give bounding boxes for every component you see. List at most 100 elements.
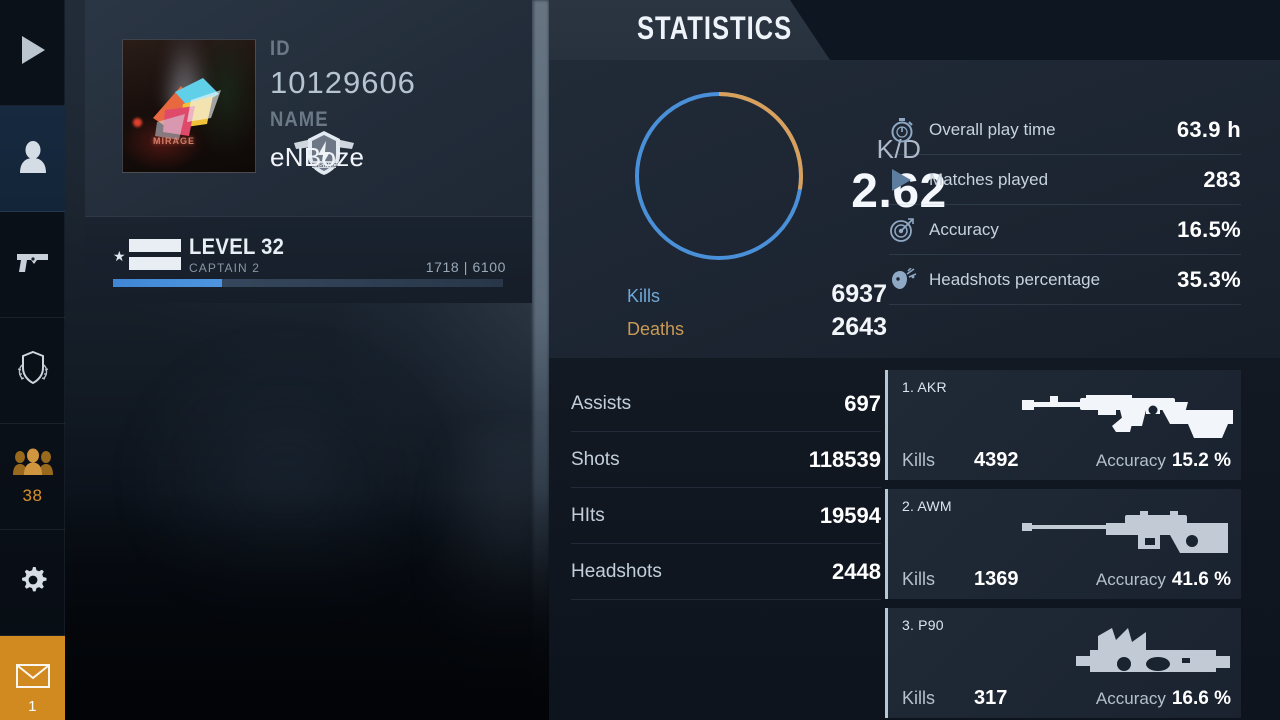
- top-weapons-list: 1. AKR Kills 4392 Accuracy 15.2 % 2. AWM Kills…: [885, 370, 1241, 720]
- overview-stat-value: 63.9 h: [1176, 116, 1241, 142]
- weapon-kills-label: Kills: [902, 450, 936, 470]
- play-icon: [889, 167, 929, 193]
- statistics-details: Assists 697 Shots 118539 HIts 19594 Headshots 2…: [549, 358, 1280, 720]
- sidebar-item-settings[interactable]: [0, 530, 65, 636]
- kd-kills-row: Kills 6937: [627, 280, 887, 309]
- id-label: ID: [270, 37, 291, 60]
- level-rank-name: CAPTAIN 2: [189, 261, 261, 275]
- combat-stat-row: Assists 697: [571, 376, 881, 432]
- weapon-kills-label: Kills: [902, 688, 936, 708]
- combat-stat-value: 118539: [808, 446, 881, 472]
- combat-stat-label: Assists: [571, 392, 632, 414]
- weapon-accuracy-label: Accuracy: [1095, 570, 1166, 589]
- combat-stat-row: Headshots 2448: [571, 544, 881, 600]
- statistics-screen: 38 1 MIRAGE ASSISTANCE ID 10129606 NAME …: [0, 0, 1280, 720]
- rank-star-icon: ★: [113, 248, 126, 264]
- combat-stat-value: 2448: [832, 558, 881, 584]
- avatar-logo-icon: [141, 66, 241, 161]
- friends-icon: [12, 448, 54, 481]
- kd-deaths-row: Deaths 2643: [627, 313, 887, 342]
- overview-stat-label: Headshots percentage: [929, 269, 1101, 289]
- weapon-card[interactable]: 2. AWM Kills 1369 Accuracy 41.6 %: [885, 489, 1241, 599]
- combat-stat-list: Assists 697 Shots 118539 HIts 19594 Headshots 2…: [571, 376, 881, 600]
- combat-stat-row: Shots 118539: [571, 432, 881, 488]
- page-title: STATISTICS: [637, 10, 793, 46]
- combat-stat-label: Shots: [571, 448, 620, 470]
- overview-stat-row: Headshots percentage 35.3%: [889, 255, 1241, 305]
- weapon-accuracy-label: Accuracy: [1095, 689, 1166, 708]
- combat-stat-value: 19594: [819, 502, 881, 528]
- level-xp-text: 1718 | 6100: [425, 259, 506, 275]
- kd-ring: K/D 2.62: [629, 86, 946, 266]
- sidebar-item-profile[interactable]: [0, 106, 65, 212]
- name-label: NAME: [270, 108, 329, 131]
- sidebar-item-ranks[interactable]: [0, 318, 65, 424]
- overview-stat-label: Overall play time: [929, 119, 1056, 139]
- weapon-stats: Kills 1369 Accuracy 41.6 %: [902, 568, 1231, 591]
- assault-rifle-icon: [1020, 382, 1235, 459]
- combat-stat-row: HIts 19594: [571, 488, 881, 544]
- mail-count-badge: 1: [28, 697, 37, 715]
- combat-stat-label: HIts: [571, 504, 605, 526]
- envelope-icon: [15, 663, 50, 693]
- combat-stat-label: Headshots: [571, 560, 662, 582]
- overview-stat-row: Accuracy 16.5%: [889, 205, 1241, 255]
- combat-stat-value: 697: [844, 390, 881, 416]
- weapon-stats: Kills 4392 Accuracy 15.2 %: [902, 449, 1231, 472]
- weapon-kills-value: 4392: [974, 449, 1019, 471]
- weapon-card[interactable]: 1. AKR Kills 4392 Accuracy 15.2 %: [885, 370, 1241, 480]
- level-row: ★ LEVEL 32 CAPTAIN 2 1718 | 6100: [85, 216, 532, 303]
- weapon-kills-value: 1369: [974, 568, 1019, 590]
- pistol-icon: [15, 250, 51, 279]
- kills-value: 6937: [831, 280, 887, 308]
- player-name: eNBoze: [270, 142, 365, 172]
- target-icon: [889, 217, 929, 243]
- play-icon: [18, 34, 48, 71]
- statistics-header: STATISTICS: [549, 0, 1280, 60]
- level-progress-track: [113, 279, 503, 287]
- level-title: LEVEL 32: [189, 234, 285, 259]
- smg-icon: [1070, 620, 1235, 697]
- shield-laurel-icon: [15, 349, 51, 392]
- stopwatch-icon: [889, 117, 929, 143]
- deaths-label: Deaths: [627, 319, 685, 339]
- avatar[interactable]: MIRAGE: [122, 39, 256, 173]
- sniper-rifle-icon: [1020, 501, 1235, 566]
- kd-legend: Kills 6937 Deaths 2643: [627, 280, 887, 346]
- statistics-overview: K/D 2.62 Kills 6937 Deaths 2643 Overall …: [549, 60, 1280, 358]
- weapon-kills-label: Kills: [902, 569, 936, 589]
- gear-icon: [17, 564, 49, 601]
- sidebar: 38 1: [0, 0, 65, 720]
- person-icon: [17, 139, 49, 178]
- rank-insignia-icon: [129, 237, 181, 280]
- overview-stat-label: Matches played: [929, 169, 1049, 189]
- weapon-accuracy-value: 16.6 %: [1171, 688, 1231, 709]
- kills-label: Kills: [627, 286, 661, 306]
- overview-stat-value: 16.5%: [1177, 216, 1241, 242]
- weapon-kills-value: 317: [974, 687, 1008, 709]
- sidebar-item-mail[interactable]: 1: [0, 636, 65, 720]
- overview-stat-value: 283: [1203, 166, 1241, 192]
- weapon-stats: Kills 317 Accuracy 16.6 %: [902, 687, 1231, 710]
- profile-identity: MIRAGE ASSISTANCE ID 10129606 NAME eNBoz…: [85, 0, 532, 216]
- weapon-accuracy-value: 41.6 %: [1171, 569, 1231, 590]
- overview-stat-row: Overall play time 63.9 h: [889, 105, 1241, 155]
- sidebar-item-friends[interactable]: 38: [0, 424, 65, 530]
- friends-count-badge: 38: [22, 485, 43, 505]
- overview-stat-row: Matches played 283: [889, 155, 1241, 205]
- level-progress-fill: [113, 279, 223, 287]
- id-value: 10129606: [270, 65, 416, 100]
- sidebar-item-play[interactable]: [0, 0, 65, 106]
- weapon-card[interactable]: 3. P90 Kills 317 Accuracy 16.6 %: [885, 608, 1241, 718]
- weapon-accuracy-value: 15.2 %: [1171, 450, 1231, 471]
- headshot-icon: [889, 267, 929, 292]
- weapon-rank-name: 1. AKR: [902, 379, 947, 395]
- sidebar-item-weapons[interactable]: [0, 212, 65, 318]
- deaths-value: 2643: [831, 313, 887, 341]
- weapon-rank-name: 3. P90: [902, 617, 944, 633]
- overview-stat-value: 35.3%: [1177, 266, 1241, 292]
- overview-stat-label: Accuracy: [929, 219, 999, 239]
- weapon-rank-name: 2. AWM: [902, 498, 952, 514]
- weapon-accuracy-label: Accuracy: [1095, 451, 1166, 470]
- avatar-logo-text: MIRAGE: [153, 136, 195, 146]
